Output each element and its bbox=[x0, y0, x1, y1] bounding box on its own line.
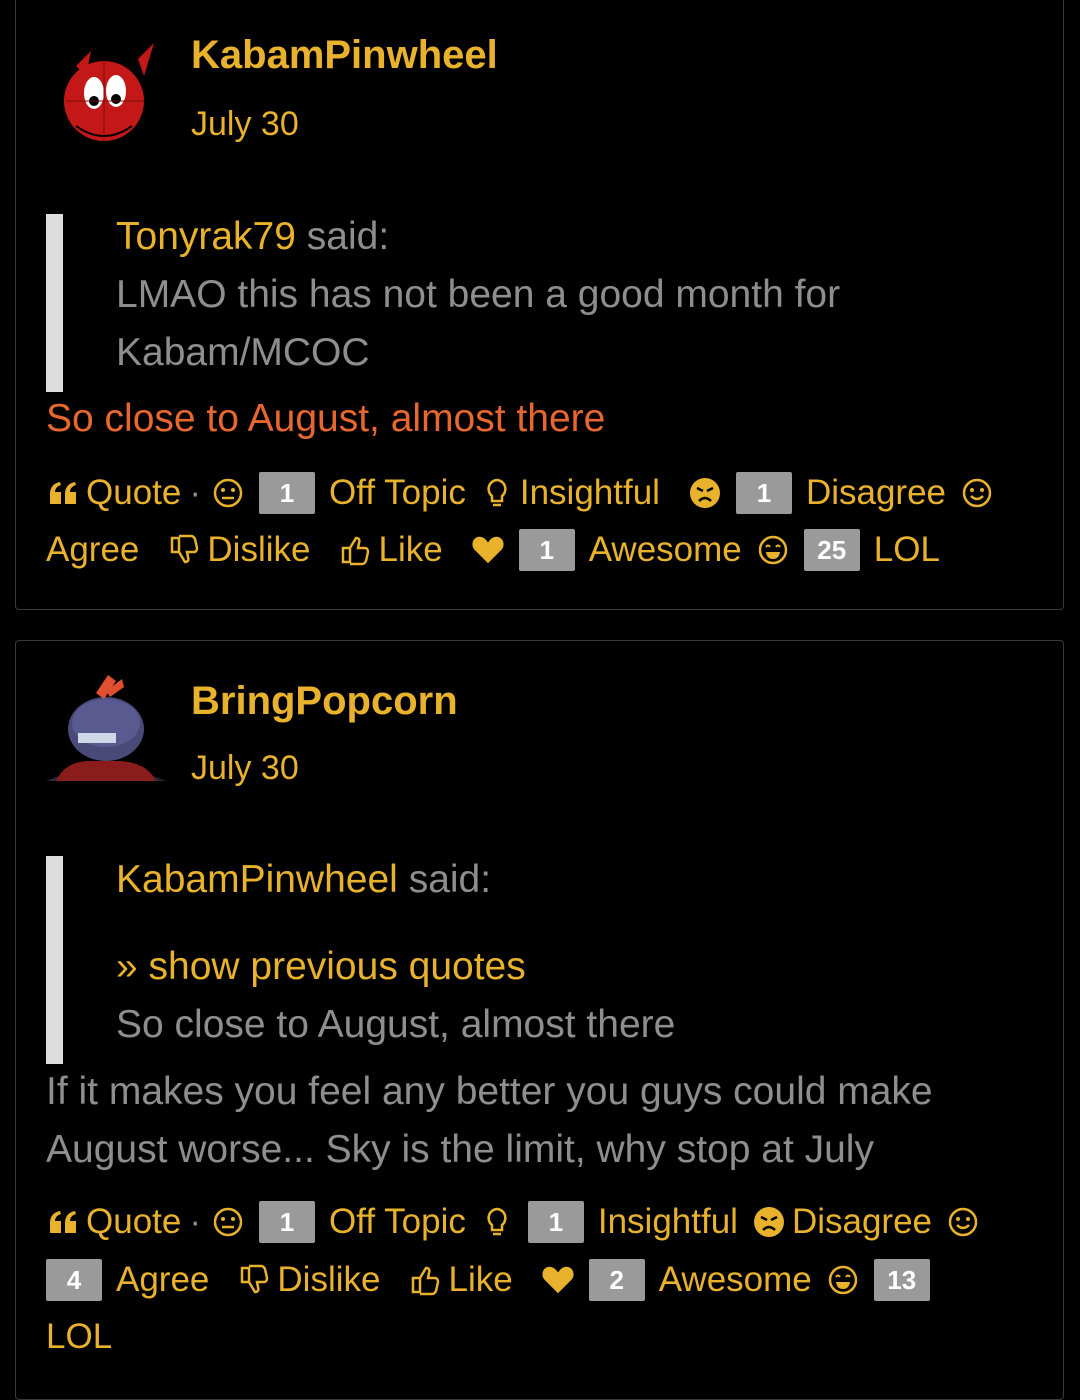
awesome-label[interactable]: Awesome bbox=[659, 1260, 812, 1300]
smile-icon[interactable] bbox=[946, 1205, 980, 1239]
angry-face-icon[interactable] bbox=[688, 476, 722, 510]
awesome-label[interactable]: Awesome bbox=[589, 530, 742, 570]
neutral-face-icon[interactable] bbox=[211, 1205, 245, 1239]
post-date[interactable]: July 30 bbox=[191, 749, 299, 788]
dislike-label[interactable]: Dislike bbox=[207, 530, 310, 570]
username[interactable]: BringPopcorn bbox=[191, 679, 458, 724]
quote-header: Tonyrak79 said: bbox=[116, 215, 389, 259]
like-label[interactable]: Like bbox=[448, 1260, 512, 1300]
reaction-count: 25 bbox=[803, 529, 860, 571]
off-topic-label[interactable]: Off Topic bbox=[329, 1202, 466, 1242]
reaction-count: 1 bbox=[518, 529, 575, 571]
agree-label[interactable]: Agree bbox=[46, 530, 139, 570]
quote-bar bbox=[46, 214, 63, 392]
lightbulb-icon[interactable] bbox=[480, 476, 514, 510]
thumbs-down-icon[interactable] bbox=[237, 1263, 271, 1297]
quote-text: So close to August, almost there bbox=[116, 1003, 676, 1046]
quote-bar bbox=[46, 856, 63, 1064]
disagree-label[interactable]: Disagree bbox=[792, 1202, 932, 1242]
show-previous-quotes-link[interactable]: » show previous quotes bbox=[116, 945, 526, 989]
post: KabamPinwheel July 30 Tonyrak79 said: LM… bbox=[15, 0, 1064, 610]
insightful-label[interactable]: Insightful bbox=[598, 1202, 738, 1242]
quote-button[interactable]: Quote bbox=[46, 473, 181, 513]
laughing-face-icon[interactable] bbox=[756, 533, 790, 567]
avatar[interactable] bbox=[46, 671, 166, 791]
smile-icon[interactable] bbox=[960, 476, 994, 510]
quote-author[interactable]: KabamPinwheel bbox=[116, 858, 398, 901]
heart-icon[interactable] bbox=[541, 1263, 575, 1297]
angry-face-icon[interactable] bbox=[752, 1205, 786, 1239]
post-body: August worse... Sky is the limit, why st… bbox=[46, 1128, 874, 1171]
reaction-count: 1 bbox=[259, 472, 316, 514]
dislike-label[interactable]: Dislike bbox=[277, 1260, 380, 1300]
post-date[interactable]: July 30 bbox=[191, 105, 299, 144]
quote-icon bbox=[46, 1205, 80, 1239]
insightful-label[interactable]: Insightful bbox=[520, 473, 660, 513]
reaction-count: 1 bbox=[735, 472, 792, 514]
post-body: If it makes you feel any better you guys… bbox=[46, 1070, 933, 1113]
lightbulb-icon[interactable] bbox=[480, 1205, 514, 1239]
quote-icon bbox=[46, 476, 80, 510]
laughing-face-icon[interactable] bbox=[826, 1263, 860, 1297]
neutral-face-icon[interactable] bbox=[211, 476, 245, 510]
thumbs-up-icon[interactable] bbox=[408, 1263, 442, 1297]
avatar[interactable] bbox=[46, 31, 166, 151]
reaction-bar: LOL bbox=[46, 1311, 112, 1363]
post-body: So close to August, almost there bbox=[46, 397, 606, 440]
quote-text: LMAO this has not been a good month for bbox=[116, 273, 841, 316]
quote-header: KabamPinwheel said: bbox=[116, 858, 491, 902]
lol-label[interactable]: LOL bbox=[46, 1317, 112, 1357]
reaction-count: 1 bbox=[527, 1201, 584, 1243]
reaction-bar: Quote · 1 Off Topic Insightful 1 Disagre… bbox=[46, 467, 1000, 519]
reaction-bar: 4 Agree Dislike Like 2 Awesome 13 bbox=[46, 1254, 944, 1306]
separator: · bbox=[189, 473, 202, 512]
disagree-label[interactable]: Disagree bbox=[806, 473, 946, 513]
reaction-bar: Quote · 1 Off Topic 1 Insightful Disagre… bbox=[46, 1196, 986, 1248]
username[interactable]: KabamPinwheel bbox=[191, 33, 498, 78]
quote-button[interactable]: Quote bbox=[46, 1202, 181, 1242]
reaction-bar: Agree Dislike Like 1 Awesome 25 LOL bbox=[46, 524, 940, 576]
reaction-count: 2 bbox=[588, 1259, 645, 1301]
reaction-count: 1 bbox=[259, 1201, 316, 1243]
separator: · bbox=[189, 1202, 202, 1241]
quote-label[interactable]: Quote bbox=[86, 473, 181, 513]
thumbs-down-icon[interactable] bbox=[167, 533, 201, 567]
lol-label[interactable]: LOL bbox=[874, 530, 940, 570]
agree-label[interactable]: Agree bbox=[116, 1260, 209, 1300]
reaction-count: 13 bbox=[873, 1259, 930, 1301]
quote-author[interactable]: Tonyrak79 bbox=[116, 215, 296, 258]
quote-label[interactable]: Quote bbox=[86, 1202, 181, 1242]
like-label[interactable]: Like bbox=[378, 530, 442, 570]
quote-said: said: bbox=[306, 215, 390, 258]
reaction-count: 4 bbox=[46, 1259, 102, 1301]
thumbs-up-icon[interactable] bbox=[338, 533, 372, 567]
quote-said: said: bbox=[408, 858, 492, 901]
off-topic-label[interactable]: Off Topic bbox=[329, 473, 466, 513]
heart-icon[interactable] bbox=[471, 533, 505, 567]
quote-text: Kabam/MCOC bbox=[116, 331, 370, 374]
post: BringPopcorn July 30 KabamPinwheel said:… bbox=[15, 640, 1064, 1400]
